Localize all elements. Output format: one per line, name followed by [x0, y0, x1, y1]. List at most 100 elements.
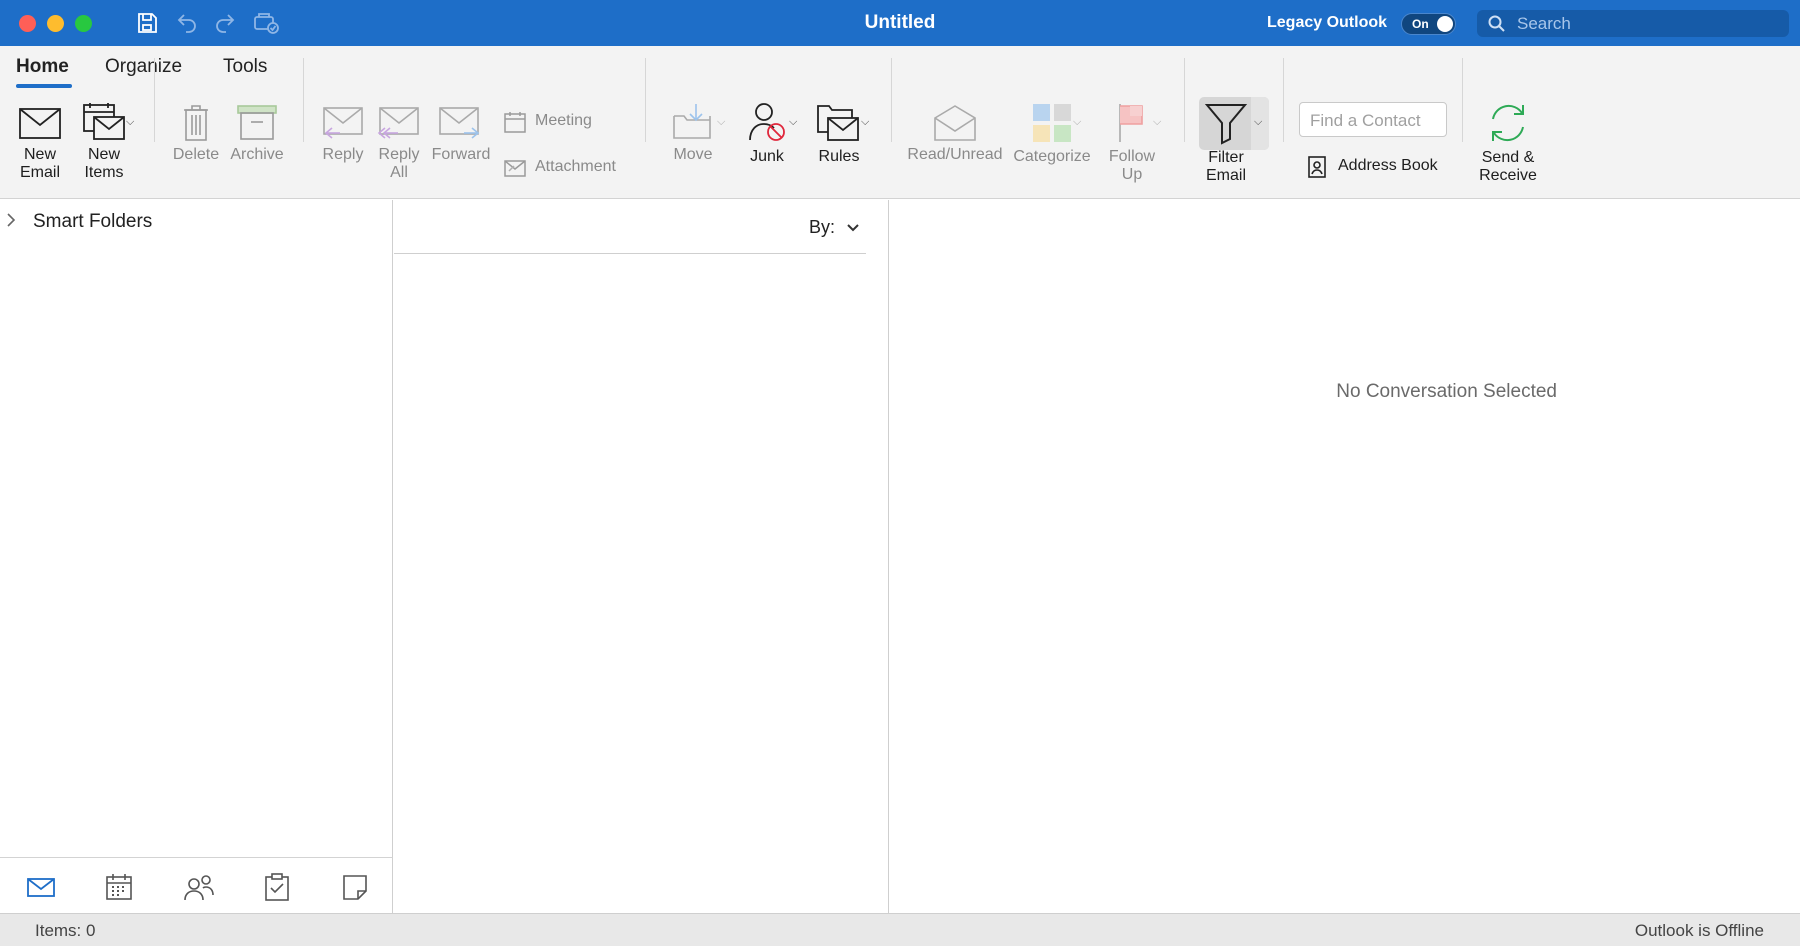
- archive-label: Archive: [230, 146, 284, 163]
- notes-icon[interactable]: [340, 872, 370, 902]
- new-email-label-1: New: [23, 146, 56, 163]
- items-count: Items: 0: [35, 921, 96, 940]
- search-icon: [1488, 15, 1505, 32]
- junk-button[interactable]: Junk: [738, 100, 796, 166]
- attachment-label: Attachment: [535, 158, 616, 175]
- send-receive-label-2: Receive: [1479, 167, 1537, 184]
- rules-label: Rules: [818, 148, 860, 165]
- toggle-state-label: On: [1412, 17, 1429, 31]
- new-items-button[interactable]: New Items: [72, 102, 136, 182]
- reply-button[interactable]: Reply: [318, 106, 368, 164]
- sort-by-label: By:: [809, 217, 836, 237]
- meeting-button[interactable]: Meeting: [503, 110, 613, 136]
- sync-icon: [1492, 104, 1524, 142]
- rules-button[interactable]: Rules: [808, 102, 870, 166]
- ribbon-divider: [1184, 58, 1185, 142]
- title-bar: Untitled Legacy Outlook On Search: [0, 0, 1800, 46]
- ribbon-divider: [1283, 58, 1284, 142]
- chevron-down-icon: [847, 224, 859, 232]
- address-book-label: Address Book: [1338, 157, 1438, 174]
- follow-up-button[interactable]: Follow Up: [1100, 102, 1164, 184]
- archive-icon: [237, 105, 277, 140]
- sort-by-button[interactable]: By:: [809, 217, 860, 238]
- find-contact-input[interactable]: Find a Contact: [1299, 102, 1447, 137]
- print-icon[interactable]: [252, 11, 279, 35]
- filter-email-button[interactable]: Filter Email: [1199, 101, 1253, 185]
- envelope-icon: [19, 108, 61, 139]
- move-icon: [673, 104, 711, 139]
- delete-button[interactable]: Delete: [168, 102, 224, 164]
- follow-up-label-1: Follow: [1108, 148, 1156, 165]
- tab-tools[interactable]: Tools: [223, 56, 267, 78]
- message-list-pane: By:: [394, 200, 889, 913]
- read-unread-button[interactable]: Read/Unread: [906, 104, 1004, 164]
- calendar-icon[interactable]: [104, 872, 134, 902]
- maximize-window-button[interactable]: [75, 15, 92, 32]
- people-icon[interactable]: [183, 872, 214, 902]
- ribbon-divider: [645, 58, 646, 142]
- forward-button[interactable]: Forward: [430, 106, 492, 164]
- tab-home[interactable]: Home: [16, 56, 69, 78]
- junk-icon: [749, 103, 785, 141]
- follow-up-label-2: Up: [1121, 166, 1143, 183]
- new-email-button[interactable]: New Email: [14, 106, 66, 182]
- search-placeholder: Search: [1517, 14, 1571, 33]
- move-button[interactable]: Move: [660, 102, 726, 164]
- send-receive-button[interactable]: Send & Receive: [1472, 101, 1544, 185]
- reply-all-icon: [377, 107, 419, 139]
- read-unread-label: Read/Unread: [907, 146, 1003, 163]
- address-book-button[interactable]: Address Book: [1306, 155, 1456, 181]
- module-switcher: [0, 857, 393, 913]
- new-items-dropdown-icon[interactable]: ⌵: [126, 116, 134, 129]
- reply-all-button[interactable]: Reply All: [374, 106, 424, 182]
- chevron-right-icon[interactable]: [6, 212, 16, 233]
- archive-button[interactable]: Archive: [226, 102, 288, 164]
- attachment-icon: [504, 160, 526, 177]
- legacy-outlook-toggle[interactable]: On: [1401, 13, 1456, 35]
- search-field[interactable]: Search: [1477, 10, 1789, 37]
- new-email-label-2: Email: [19, 164, 60, 181]
- filter-email-label-1: Filter: [1208, 149, 1244, 166]
- forward-label: Forward: [431, 146, 491, 163]
- move-dropdown-icon[interactable]: ⌵: [717, 116, 725, 129]
- legacy-outlook-label: Legacy Outlook: [1267, 14, 1388, 31]
- reply-label: Reply: [322, 146, 364, 163]
- close-window-button[interactable]: [19, 15, 36, 32]
- mail-icon[interactable]: [26, 872, 56, 902]
- move-label: Move: [673, 146, 713, 163]
- open-envelope-icon: [934, 105, 976, 141]
- funnel-icon: [1204, 104, 1248, 145]
- undo-icon[interactable]: [175, 11, 201, 35]
- tasks-icon[interactable]: [262, 872, 292, 902]
- new-items-icon: [83, 103, 125, 140]
- rules-dropdown-icon[interactable]: ⌵: [861, 116, 869, 129]
- minimize-window-button[interactable]: [47, 15, 64, 32]
- trash-icon: [184, 105, 208, 141]
- send-receive-label-1: Send &: [1481, 149, 1535, 166]
- folder-pane: Smart Folders: [0, 200, 393, 858]
- redo-icon[interactable]: [213, 11, 239, 35]
- tab-organize[interactable]: Organize: [105, 56, 182, 78]
- categorize-dropdown-icon[interactable]: ⌵: [1073, 116, 1081, 129]
- junk-dropdown-icon[interactable]: ⌵: [789, 116, 797, 129]
- save-icon[interactable]: [135, 11, 161, 35]
- attachment-button[interactable]: Attachment: [503, 156, 643, 182]
- connection-status: Outlook is Offline: [1634, 921, 1764, 940]
- smart-folders-item[interactable]: Smart Folders: [33, 211, 152, 233]
- active-tab-indicator: [16, 84, 72, 88]
- toggle-knob: [1437, 16, 1453, 32]
- categorize-button[interactable]: Categorize: [1010, 102, 1094, 166]
- filter-email-dropdown-icon[interactable]: ⌵: [1254, 116, 1262, 129]
- reply-icon: [323, 107, 363, 139]
- filter-email-label-2: Email: [1205, 167, 1246, 184]
- message-list-header: By:: [394, 200, 866, 254]
- rules-icon: [817, 105, 859, 141]
- address-book-icon: [1308, 156, 1326, 178]
- follow-up-dropdown-icon[interactable]: ⌵: [1153, 116, 1161, 129]
- ribbon-divider: [154, 58, 155, 142]
- reply-all-label-2: All: [390, 164, 408, 181]
- delete-label: Delete: [172, 146, 220, 163]
- categorize-icon: [1033, 104, 1071, 142]
- meeting-label: Meeting: [535, 112, 592, 129]
- ribbon-divider: [303, 58, 304, 142]
